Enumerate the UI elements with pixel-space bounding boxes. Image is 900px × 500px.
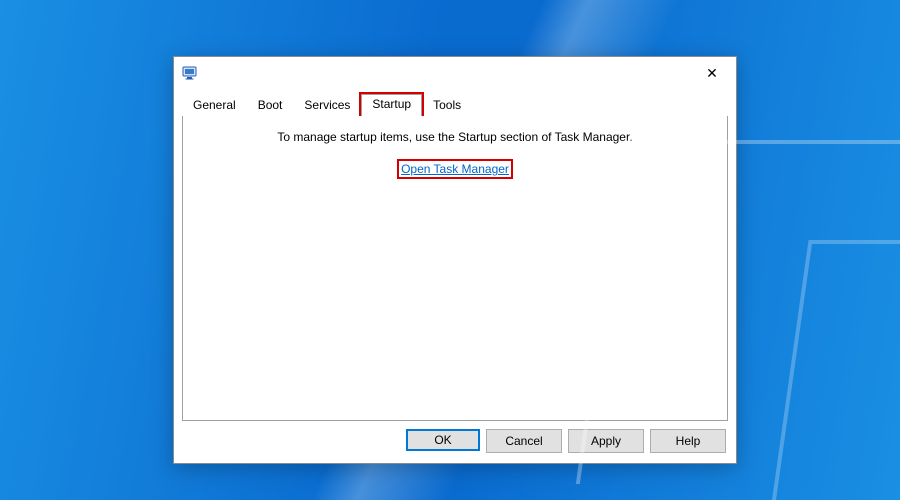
dialog-button-row: OK Cancel Apply Help bbox=[406, 429, 726, 453]
tab-startup[interactable]: Startup bbox=[361, 94, 422, 117]
tab-boot[interactable]: Boot bbox=[247, 94, 294, 116]
ok-button[interactable]: OK bbox=[406, 429, 480, 451]
close-icon: ✕ bbox=[706, 66, 718, 80]
apply-button[interactable]: Apply bbox=[568, 429, 644, 453]
instruction-text: To manage startup items, use the Startup… bbox=[193, 130, 717, 144]
startup-tab-panel: To manage startup items, use the Startup… bbox=[182, 116, 728, 421]
tab-tools[interactable]: Tools bbox=[422, 94, 472, 116]
close-button[interactable]: ✕ bbox=[690, 58, 734, 88]
tab-strip: General Boot Services Startup Tools bbox=[182, 95, 728, 117]
tab-general[interactable]: General bbox=[182, 94, 247, 116]
help-button[interactable]: Help bbox=[650, 429, 726, 453]
open-task-manager-link[interactable]: Open Task Manager bbox=[400, 162, 510, 176]
tab-services[interactable]: Services bbox=[293, 94, 361, 116]
open-task-manager-highlight: Open Task Manager bbox=[400, 162, 510, 176]
cancel-button[interactable]: Cancel bbox=[486, 429, 562, 453]
desktop-background: ✕ General Boot Services Startup Tools To… bbox=[0, 0, 900, 500]
titlebar: ✕ bbox=[174, 57, 736, 89]
window-icon bbox=[182, 65, 198, 81]
msconfig-window: ✕ General Boot Services Startup Tools To… bbox=[173, 56, 737, 464]
background-decoration bbox=[771, 240, 900, 500]
